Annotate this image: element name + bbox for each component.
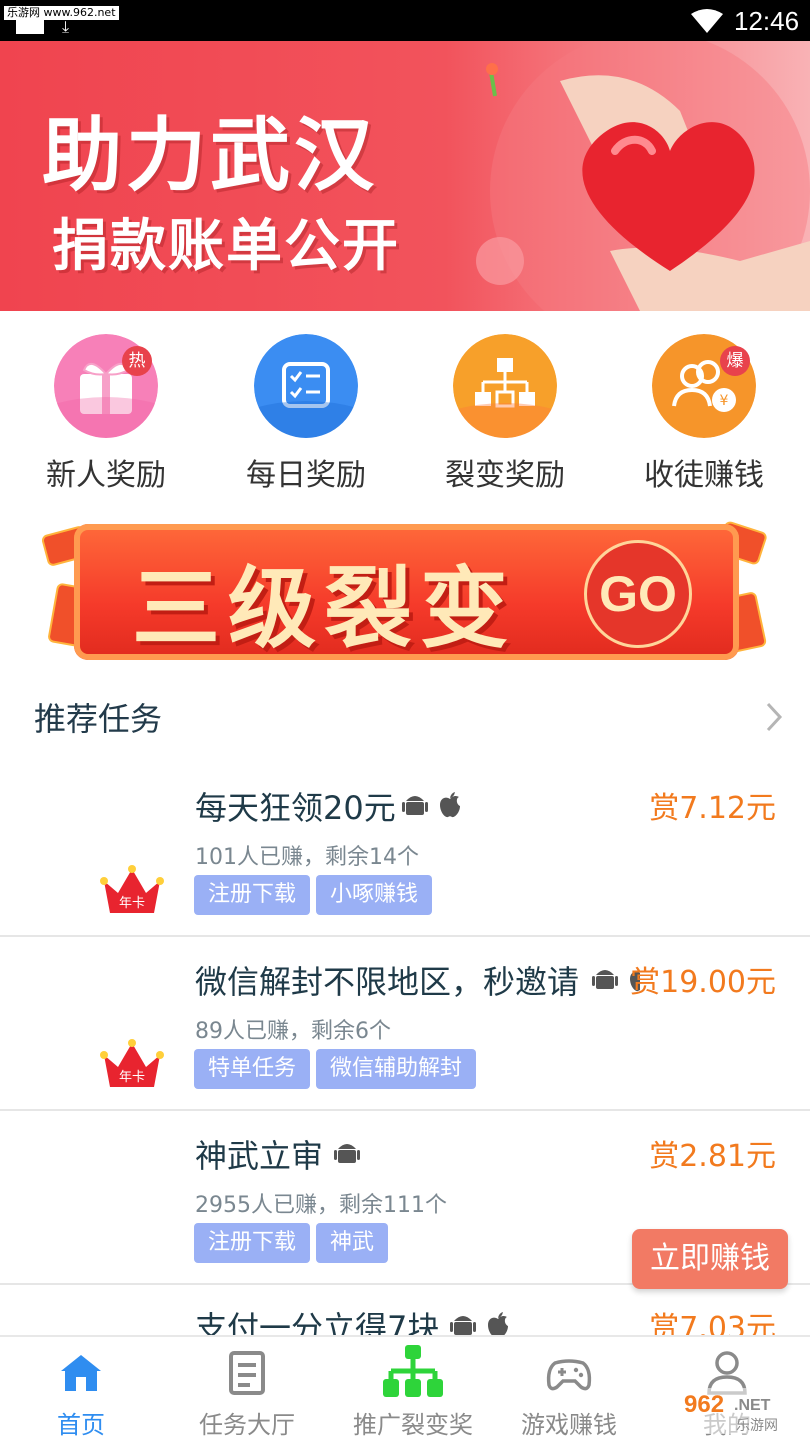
section-title: 推荐任务 bbox=[34, 700, 163, 738]
checklist-icon bbox=[254, 334, 358, 438]
task-title: 微信解封不限地区，秒邀请 bbox=[195, 963, 580, 1001]
download-icon: ⤓ bbox=[62, 17, 70, 36]
android-icon bbox=[334, 1144, 360, 1163]
tab-label: 首页 bbox=[57, 1411, 105, 1439]
hot-badge: 热 bbox=[122, 346, 152, 376]
android-icon bbox=[592, 970, 618, 989]
category-apprentice-earn[interactable]: ¥ 爆 收徒赚钱 bbox=[604, 330, 804, 500]
task-tag: 注册下载 bbox=[194, 1223, 311, 1263]
task-tag: 小啄赚钱 bbox=[316, 875, 433, 915]
category-row: 热 新人奖励 每日奖励 裂变奖励 ¥ 爆 收徒赚钱 bbox=[0, 330, 810, 500]
banner-title: 助力武汉 bbox=[42, 108, 378, 202]
category-fission-reward[interactable]: 裂变奖励 bbox=[405, 330, 605, 500]
tab-label: 游戏赚钱 bbox=[521, 1411, 617, 1439]
android-icon bbox=[402, 796, 428, 815]
apple-icon bbox=[488, 1312, 508, 1335]
home-icon bbox=[61, 1355, 101, 1391]
hierarchy-icon bbox=[453, 334, 557, 438]
task-meta: 101人已赚，剩余14个 bbox=[195, 845, 419, 870]
task-meta: 2955人已赚，剩余111个 bbox=[195, 1193, 447, 1218]
task-reward: 赏7.03元 bbox=[649, 1311, 776, 1335]
banner-subtitle: 捐款账单公开 bbox=[52, 213, 400, 279]
wifi-icon bbox=[691, 9, 723, 33]
tab-label: 推广裂变奖 bbox=[353, 1411, 473, 1439]
crown-icon: 年卡 bbox=[100, 865, 164, 913]
gamepad-icon bbox=[546, 1359, 592, 1391]
tab-task-hall[interactable]: 任务大厅 bbox=[166, 1337, 328, 1440]
chevron-right-icon[interactable] bbox=[760, 700, 788, 734]
svg-text:.NET: .NET bbox=[734, 1397, 771, 1414]
status-bar: 乐游网 www.962.net ⤓ 12:46 bbox=[0, 0, 810, 41]
promo-banner[interactable]: 三级裂变 GO bbox=[40, 516, 769, 666]
crown-icon: 年卡 bbox=[100, 1039, 164, 1087]
category-label: 裂变奖励 bbox=[445, 458, 565, 493]
hero-banner[interactable]: 助力武汉 捐款账单公开 bbox=[0, 41, 810, 311]
tab-label: 任务大厅 bbox=[199, 1411, 295, 1439]
tab-game-earn[interactable]: 游戏赚钱 bbox=[488, 1337, 650, 1440]
document-icon bbox=[229, 1351, 265, 1395]
site-watermark-logo: 962 .NET 乐游网 bbox=[676, 1388, 804, 1434]
category-new-user-reward[interactable]: 热 新人奖励 bbox=[6, 330, 206, 500]
task-reward: 赏19.00元 bbox=[630, 965, 776, 1000]
category-label: 每日奖励 bbox=[246, 458, 366, 493]
task-reward: 赏7.12元 bbox=[649, 791, 776, 826]
svg-text:乐游网: 乐游网 bbox=[736, 1418, 778, 1434]
tab-home[interactable]: 首页 bbox=[0, 1337, 162, 1440]
svg-text:¥: ¥ bbox=[720, 393, 729, 409]
task-title: 支付一分立得7块 bbox=[195, 1309, 440, 1335]
square-icon bbox=[16, 20, 44, 34]
category-daily-reward[interactable]: 每日奖励 bbox=[206, 330, 406, 500]
task-title: 每天狂领20元 bbox=[195, 789, 396, 827]
go-button[interactable]: GO bbox=[584, 540, 692, 648]
crown-label: 年卡 bbox=[119, 1070, 145, 1085]
hierarchy-icon bbox=[383, 1345, 443, 1397]
hot-badge: 爆 bbox=[720, 346, 750, 376]
task-row[interactable]: 支付一分立得7块 赏7.03元 bbox=[0, 1285, 810, 1335]
promo-text: 三级裂变 bbox=[132, 556, 517, 660]
task-tag: 神武 bbox=[316, 1223, 389, 1263]
task-tag: 特单任务 bbox=[194, 1049, 311, 1089]
android-icon bbox=[450, 1316, 476, 1335]
earn-now-button[interactable]: 立即赚钱 bbox=[632, 1229, 788, 1289]
tab-promo-fission[interactable]: 推广裂变奖 bbox=[332, 1337, 494, 1440]
task-tag: 微信辅助解封 bbox=[316, 1049, 477, 1089]
clock: 12:46 bbox=[734, 6, 800, 36]
heart-hands-illustration bbox=[476, 41, 810, 311]
crown-label: 年卡 bbox=[119, 896, 145, 911]
category-label: 收徒赚钱 bbox=[644, 458, 764, 493]
task-reward: 赏2.81元 bbox=[649, 1139, 776, 1174]
category-label: 新人奖励 bbox=[46, 458, 166, 493]
task-tag: 注册下载 bbox=[194, 875, 311, 915]
task-row[interactable]: 每天狂领20元 赏7.12元 101人已赚，剩余14个 年卡 注册下载 小啄赚钱 bbox=[0, 763, 810, 937]
apple-icon bbox=[440, 792, 460, 818]
svg-text:962: 962 bbox=[684, 1391, 724, 1418]
task-row[interactable]: 微信解封不限地区，秒邀请 赏19.00元 89人已赚，剩余6个 年卡 特单任务 … bbox=[0, 937, 810, 1111]
task-title: 神武立审 bbox=[195, 1137, 324, 1175]
task-meta: 89人已赚，剩余6个 bbox=[195, 1019, 391, 1044]
